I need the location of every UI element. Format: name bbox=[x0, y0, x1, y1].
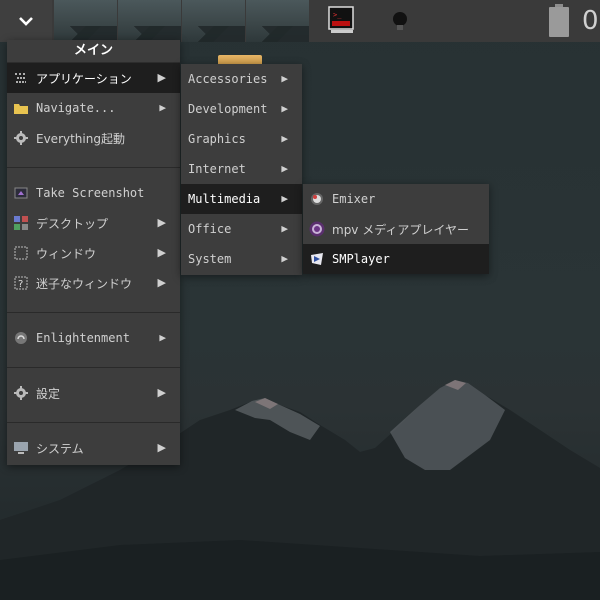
chevron-right-icon: ▶ bbox=[281, 162, 288, 175]
menu-item-take-screenshot[interactable]: Take Screenshot bbox=[7, 178, 180, 208]
submenu-item-office[interactable]: Office ▶ bbox=[181, 214, 302, 244]
chevron-right-icon: ▶ bbox=[157, 246, 166, 259]
battery-icon[interactable] bbox=[548, 4, 570, 38]
chevron-right-icon: ▶ bbox=[281, 102, 288, 115]
emixer-icon bbox=[309, 191, 325, 207]
chevron-right-icon: ▶ bbox=[281, 72, 288, 85]
chevron-right-icon: ▶ bbox=[281, 222, 288, 235]
desktop-3[interactable] bbox=[182, 0, 245, 42]
svg-text:>_: >_ bbox=[333, 11, 342, 19]
terminal-icon[interactable]: >_ bbox=[327, 5, 357, 35]
submenu-item-development[interactable]: Development ▶ bbox=[181, 94, 302, 124]
mpv-icon bbox=[309, 221, 325, 237]
menu-item-applications[interactable]: アプリケーション ▶ bbox=[7, 63, 180, 93]
menu-item-everything[interactable]: Everything起動 bbox=[7, 123, 180, 153]
main-menu: メイン アプリケーション ▶ Navigate... ▶ Everything起… bbox=[7, 40, 180, 465]
monitor-icon bbox=[13, 440, 29, 456]
virtual-desktop-pager[interactable] bbox=[54, 0, 310, 42]
screenshot-icon bbox=[13, 185, 29, 201]
top-shelf: >_ 0 bbox=[0, 0, 600, 42]
applications-submenu: Accessories ▶ Development ▶ Graphics ▶ I… bbox=[181, 64, 302, 275]
menu-item-settings[interactable]: 設定 ▶ bbox=[7, 378, 180, 408]
chevron-right-icon: ▶ bbox=[281, 252, 288, 265]
menu-item-system[interactable]: システム ▶ bbox=[7, 433, 180, 463]
submenu-item-system[interactable]: System ▶ bbox=[181, 244, 302, 274]
menu-separator bbox=[7, 167, 180, 168]
desktop-2[interactable] bbox=[118, 0, 181, 42]
submenu-item-mpv[interactable]: mpv メディアプレイヤー bbox=[303, 214, 489, 244]
menu-separator bbox=[7, 312, 180, 313]
menu-separator bbox=[7, 367, 180, 368]
gear-icon bbox=[13, 130, 29, 146]
submenu-item-internet[interactable]: Internet ▶ bbox=[181, 154, 302, 184]
folder-icon bbox=[13, 100, 29, 116]
submenu-item-emixer[interactable]: Emixer bbox=[303, 184, 489, 214]
submenu-item-accessories[interactable]: Accessories ▶ bbox=[181, 64, 302, 94]
lightbulb-icon[interactable] bbox=[389, 9, 411, 33]
desktop-icon bbox=[13, 215, 29, 231]
chevron-right-icon: ▶ bbox=[157, 276, 166, 289]
smplayer-icon bbox=[309, 251, 325, 267]
chevron-right-icon: ▶ bbox=[157, 216, 166, 229]
lost-window-icon: ? bbox=[13, 275, 29, 291]
submenu-item-smplayer[interactable]: SMPlayer bbox=[303, 244, 489, 274]
chevron-right-icon: ▶ bbox=[159, 101, 166, 114]
chevron-down-icon bbox=[19, 17, 33, 26]
menu-item-enlightenment[interactable]: Enlightenment ▶ bbox=[7, 323, 180, 353]
start-menu-button[interactable] bbox=[0, 0, 52, 42]
chevron-right-icon: ▶ bbox=[157, 71, 166, 84]
window-icon bbox=[13, 245, 29, 261]
multimedia-submenu: Emixer mpv メディアプレイヤー SMPlayer bbox=[303, 184, 489, 274]
menu-item-navigate[interactable]: Navigate... ▶ bbox=[7, 93, 180, 123]
svg-text:?: ? bbox=[18, 279, 23, 290]
applications-icon bbox=[13, 70, 29, 86]
clock-fragment[interactable]: 0 bbox=[582, 6, 599, 36]
main-menu-title: メイン bbox=[7, 40, 180, 63]
chevron-right-icon: ▶ bbox=[281, 132, 288, 145]
submenu-item-multimedia[interactable]: Multimedia ▶ bbox=[181, 184, 302, 214]
chevron-right-icon: ▶ bbox=[159, 331, 166, 344]
menu-item-window[interactable]: ウィンドウ ▶ bbox=[7, 238, 180, 268]
menu-item-desktop[interactable]: デスクトップ ▶ bbox=[7, 208, 180, 238]
menu-item-lost-windows[interactable]: ? 迷子なウィンドウ ▶ bbox=[7, 268, 180, 298]
enlightenment-icon bbox=[13, 330, 29, 346]
chevron-right-icon: ▶ bbox=[281, 192, 288, 205]
desktop-4[interactable] bbox=[246, 0, 309, 42]
desktop-1[interactable] bbox=[54, 0, 117, 42]
gear-icon bbox=[13, 385, 29, 401]
chevron-right-icon: ▶ bbox=[157, 441, 166, 454]
chevron-right-icon: ▶ bbox=[157, 386, 166, 399]
submenu-item-graphics[interactable]: Graphics ▶ bbox=[181, 124, 302, 154]
menu-separator bbox=[7, 422, 180, 423]
